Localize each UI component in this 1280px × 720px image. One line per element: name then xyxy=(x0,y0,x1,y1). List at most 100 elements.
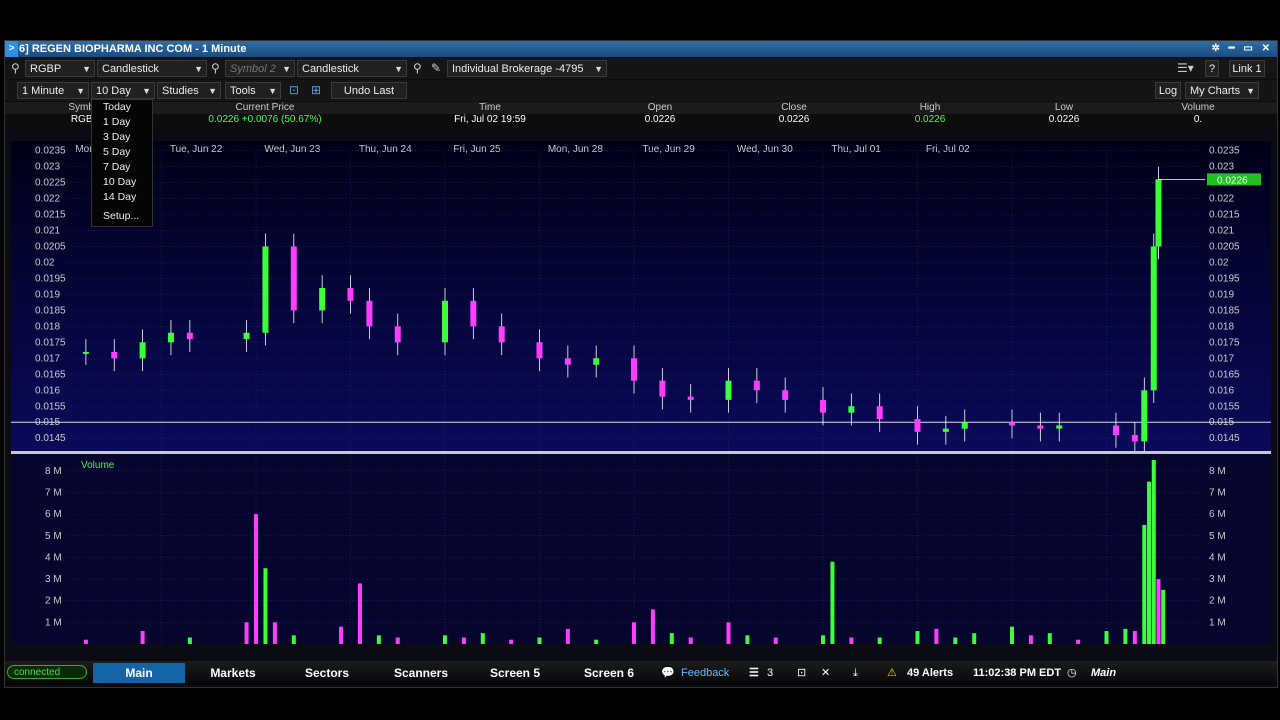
window-title: 6] REGEN BIOPHARMA INC COM - 1 Minute xyxy=(19,43,247,55)
screenshot-icon[interactable]: ⊡ xyxy=(797,663,806,683)
download-icon[interactable]: ⤓ xyxy=(853,663,858,683)
window-titlebar[interactable]: > 6] REGEN BIOPHARMA INC COM - 1 Minute … xyxy=(5,41,1277,57)
alerts-count[interactable]: 49 Alerts xyxy=(907,663,953,683)
y-tick-label-left: 0.018 xyxy=(35,321,60,332)
period-option[interactable]: 14 Day xyxy=(92,190,152,205)
volume-y-tick-left: 5 M xyxy=(45,531,62,542)
period-setup-option[interactable]: Setup... xyxy=(92,209,152,224)
x-date-label: Fri, Jul 02 xyxy=(926,144,970,155)
interval-select[interactable]: 1 Minute ▼ xyxy=(17,82,89,99)
tab-screen-5[interactable]: Screen 5 xyxy=(469,663,561,683)
candle-body xyxy=(139,342,146,359)
clock-icon[interactable]: ◷ xyxy=(1067,663,1077,683)
feedback-link[interactable]: Feedback xyxy=(681,663,729,683)
tab-sectors[interactable]: Sectors xyxy=(281,663,373,683)
chevron-down-icon: ▼ xyxy=(594,64,603,74)
volume-bar xyxy=(1132,631,1137,644)
studies-select[interactable]: Studies ▼ xyxy=(157,82,221,99)
zoom-reset-icon[interactable]: ⊞ xyxy=(311,82,321,99)
y-tick-label-left: 0.0155 xyxy=(35,401,66,412)
messages-count[interactable]: 3 xyxy=(767,663,773,683)
candle-body xyxy=(687,396,694,400)
feedback-icon[interactable]: 💬 xyxy=(661,663,675,683)
value-current: 0.0226 +0.0076 (50.67%) xyxy=(208,114,322,125)
chevron-down-icon: ▼ xyxy=(194,64,203,74)
candle-body xyxy=(167,332,174,343)
window-controls[interactable]: ✲ ━ ▭ ✕ xyxy=(1211,41,1273,57)
volume-y-tick-left: 2 M xyxy=(45,596,62,607)
zoom-fit-icon[interactable]: ⊡ xyxy=(289,82,299,99)
period-select[interactable]: 10 Day ▼ xyxy=(91,82,155,99)
alert-icon[interactable]: ⚠ xyxy=(887,663,897,683)
tab-markets[interactable]: Markets xyxy=(187,663,279,683)
symbol2-input[interactable]: Symbol 2 ▼ xyxy=(225,60,295,77)
volume-bar xyxy=(972,633,977,644)
volume-bar xyxy=(395,637,400,644)
candle-body xyxy=(725,380,732,400)
help-button[interactable]: ? xyxy=(1205,60,1219,77)
price-chart[interactable]: Mon, Jun 21Tue, Jun 22Wed, Jun 23Thu, Ju… xyxy=(5,141,1277,451)
messages-icon[interactable]: ☰ xyxy=(749,663,759,683)
chart-type2-select[interactable]: Candlestick ▼ xyxy=(297,60,407,77)
volume-y-tick-left: 7 M xyxy=(45,487,62,498)
tab-screen-6[interactable]: Screen 6 xyxy=(563,663,655,683)
undo-last-button[interactable]: Undo Last xyxy=(331,82,407,99)
symbol-input[interactable]: RGBP ▼ xyxy=(25,60,95,77)
candle-body xyxy=(243,332,250,340)
volume-bar xyxy=(291,635,296,644)
y-tick-label-right: 0.0215 xyxy=(1209,210,1240,221)
y-tick-label-left: 0.0145 xyxy=(35,433,66,444)
connection-status[interactable]: connected xyxy=(7,665,87,679)
tools-select[interactable]: Tools ▼ xyxy=(225,82,281,99)
header-current: Current Price xyxy=(235,102,295,113)
period-option[interactable]: 5 Day xyxy=(92,145,152,160)
y-tick-label-right: 0.018 xyxy=(1209,321,1234,332)
link-button[interactable]: Link 1 xyxy=(1229,60,1265,77)
symbol-value: RGBP xyxy=(30,63,62,75)
y-tick-label-left: 0.0185 xyxy=(35,305,66,316)
volume-bar xyxy=(726,622,731,644)
volume-bar xyxy=(83,639,88,644)
volume-bar xyxy=(1076,639,1081,644)
search-icon[interactable]: ⚲ xyxy=(11,60,20,77)
volume-bar xyxy=(594,639,599,644)
period-option[interactable]: 1 Day xyxy=(92,115,152,130)
tab-main[interactable]: Main xyxy=(93,663,185,683)
log-button[interactable]: Log xyxy=(1155,82,1181,99)
header-close: Close xyxy=(781,102,807,113)
y-tick-label-right: 0.022 xyxy=(1209,194,1234,205)
account-select[interactable]: Individual Brokerage -4795 ▼ xyxy=(447,60,607,77)
period-option[interactable]: 7 Day xyxy=(92,160,152,175)
volume-y-tick-right: 5 M xyxy=(1209,531,1226,542)
volume-bar xyxy=(140,631,145,644)
volume-bar xyxy=(254,514,258,644)
x-date-label: Fri, Jun 25 xyxy=(453,144,501,155)
tools-icon[interactable]: ✕ xyxy=(821,663,830,683)
search-icon[interactable]: ⚲ xyxy=(211,60,220,77)
volume-bar xyxy=(632,622,636,644)
tab-scanners[interactable]: Scanners xyxy=(375,663,467,683)
y-tick-label-right: 0.0145 xyxy=(1209,433,1240,444)
period-option[interactable]: 10 Day xyxy=(92,175,152,190)
volume-bar xyxy=(688,637,693,644)
header-open: Open xyxy=(647,102,673,113)
menu-icon[interactable]: ☰▾ xyxy=(1177,60,1194,77)
value-high: 0.0226 xyxy=(914,114,946,125)
y-tick-label-right: 0.0165 xyxy=(1209,369,1240,380)
my-charts-select[interactable]: My Charts ▼ xyxy=(1185,82,1259,99)
volume-chart[interactable]: Volume 8 M 8 M 7 M 7 M 6 M 6 M 5 M 5 M 4 M 4 M 3 M 3… xyxy=(5,454,1277,644)
volume-bar xyxy=(773,637,778,644)
candle-body xyxy=(876,406,883,420)
candle-body xyxy=(961,422,968,429)
x-date-label: Wed, Jun 30 xyxy=(737,144,793,155)
y-tick-label-right: 0.0195 xyxy=(1209,273,1240,284)
period-option[interactable]: Today xyxy=(92,100,152,115)
volume-bar xyxy=(1010,626,1014,644)
my-charts-label: My Charts xyxy=(1190,85,1241,97)
volume-bar xyxy=(339,626,344,644)
window-number[interactable]: > xyxy=(5,41,18,57)
trade-icon[interactable]: ✎ xyxy=(431,60,441,77)
chart-type-select[interactable]: Candlestick ▼ xyxy=(97,60,207,77)
period-option[interactable]: 3 Day xyxy=(92,130,152,145)
zoom-icon[interactable]: ⚲ xyxy=(413,60,422,77)
